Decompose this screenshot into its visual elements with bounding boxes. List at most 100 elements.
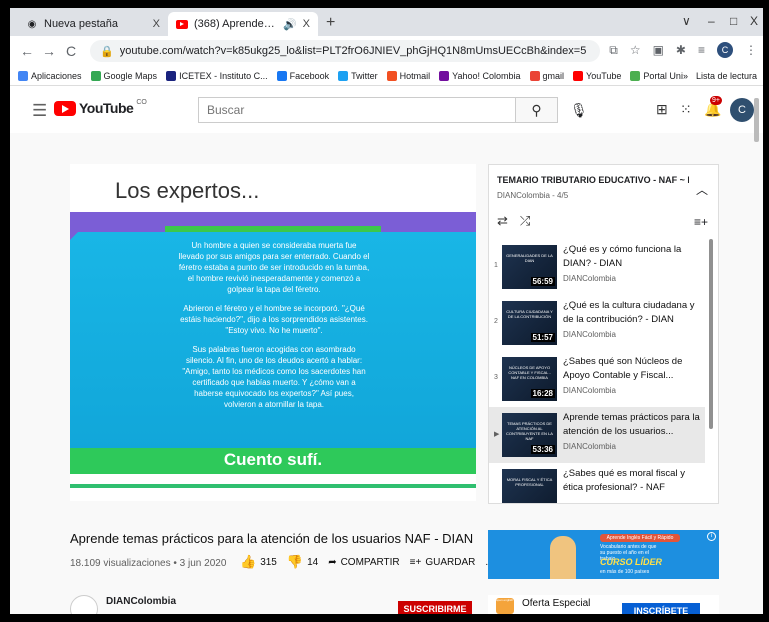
playlist-item-index: 3 xyxy=(494,374,498,381)
bookmark-item[interactable]: Facebook xyxy=(276,70,329,81)
bookmark-star-icon[interactable]: ☆ xyxy=(630,43,641,57)
install-icon[interactable]: ⧉ xyxy=(609,43,618,58)
bookmark-item[interactable]: ICETEX - Instituto C... xyxy=(166,70,268,81)
back-icon[interactable]: ← xyxy=(16,43,38,59)
ad-headline: CURSO LÍDER xyxy=(600,557,663,567)
url-bar[interactable]: 🔒 youtube.com/watch?v=k85ukg25_lo&list=P… xyxy=(90,40,600,62)
thumbnail-text: TEMAS PRÁCTICOS DE ATENCIÓN AL CONTRIBUY… xyxy=(506,421,553,441)
bookmark-item[interactable]: gmail xyxy=(529,70,564,81)
page-scrollbar[interactable] xyxy=(754,98,759,142)
puzzle-icon[interactable]: ✱ xyxy=(676,43,686,57)
reading-list-button[interactable]: Lista de lectura xyxy=(696,71,757,81)
advertiser-logo: open english xyxy=(496,598,514,614)
playlist-item-channel: DIANColombia xyxy=(563,274,616,283)
thumbnail-text: CULTURA CIUDADANA Y DE LA CONTRIBUCIÓN xyxy=(506,309,553,319)
browser-window: ◉ Nueva pestaña X (368) Aprende temas pr… xyxy=(10,8,763,614)
bookmark-item[interactable]: YouTube xyxy=(573,70,621,81)
tab-youtube[interactable]: (368) Aprende temas prácticos 🔊 X xyxy=(168,12,318,36)
playlist-item[interactable]: MORAL FISCAL Y ÉTICA PROFESIONAL ¿Sabes … xyxy=(489,463,705,503)
bookmark-item[interactable]: Aplicaciones xyxy=(18,70,82,81)
youtube-play-icon xyxy=(54,100,76,116)
bookmark-label: Hotmail xyxy=(399,70,431,81)
forward-icon[interactable]: → xyxy=(38,43,60,59)
search-button[interactable]: ⚲ xyxy=(515,98,557,122)
playlist-title[interactable]: TEMARIO TRIBUTARIO EDUCATIVO - NAF ~ MÓD… xyxy=(497,175,689,185)
playlist-menu-icon[interactable]: ≡+ xyxy=(694,215,708,229)
thumbs-down-icon: 👎 xyxy=(286,554,304,569)
tab-close-icon[interactable]: X xyxy=(303,18,310,30)
shuffle-icon[interactable]: ⤮ xyxy=(520,213,530,229)
thumbs-up-icon: 👍 xyxy=(240,554,257,569)
apps-grid-icon[interactable]: ⁙ xyxy=(680,101,692,118)
duration-badge: 16:28 xyxy=(530,389,555,398)
video-progress-bar[interactable] xyxy=(70,484,476,488)
close-window-button[interactable]: X xyxy=(750,14,758,28)
playlist-scrollbar[interactable] xyxy=(709,239,713,429)
playlist-item-current[interactable]: ▶ TEMAS PRÁCTICOS DE ATENCIÓN AL CONTRIB… xyxy=(489,407,705,463)
video-title: Aprende temas prácticos para la atención… xyxy=(70,531,474,546)
playlist-item-channel: DIANColombia xyxy=(563,442,616,451)
watch-page: Los expertos... Un hombre a quien se con… xyxy=(10,133,763,614)
new-tab-button[interactable]: + xyxy=(326,14,335,32)
playlist-item[interactable]: 2 CULTURA CIUDADANA Y DE LA CONTRIBUCIÓN… xyxy=(489,295,705,351)
slide-green-strip xyxy=(165,226,381,232)
search-input[interactable] xyxy=(199,98,515,122)
tab-new-tab[interactable]: ◉ Nueva pestaña X xyxy=(18,12,168,36)
lock-icon: 🔒 xyxy=(100,45,114,58)
playlist-item-channel: DIANColombia xyxy=(563,330,616,339)
ad-banner[interactable]: Aprende Inglés Fácil y Rápido Vocabulari… xyxy=(488,530,719,579)
extension-icon[interactable]: ▣ xyxy=(653,43,664,57)
bookmark-item[interactable]: Yahoo! Colombia xyxy=(439,70,521,81)
tab-search-icon[interactable]: ∨ xyxy=(682,14,691,28)
channel-name[interactable]: DIANColombia xyxy=(106,596,176,607)
bookmark-item[interactable]: Twitter xyxy=(338,70,378,81)
slide-corner-triangle xyxy=(70,232,78,240)
chevron-up-icon[interactable]: ︿ xyxy=(696,181,708,198)
microphone-icon[interactable]: 🎙 xyxy=(570,102,588,119)
tab-strip: ◉ Nueva pestaña X (368) Aprende temas pr… xyxy=(10,8,763,36)
like-button[interactable]: 👍 315 xyxy=(240,554,277,570)
notifications-badge: 9+ xyxy=(710,96,722,105)
bookmark-item[interactable]: Hotmail xyxy=(386,70,431,81)
video-player[interactable]: Los expertos... Un hombre a quien se con… xyxy=(70,164,476,501)
toolbar-right: ⧉ ☆ ▣ ✱ ≡ C ⋮ xyxy=(609,42,757,58)
bookmark-favicon-icon xyxy=(573,70,584,81)
save-button[interactable]: ≡+ GUARDAR xyxy=(410,557,476,568)
reload-icon[interactable]: C xyxy=(60,43,82,59)
maximize-button[interactable]: □ xyxy=(730,14,737,28)
slide-text: Un hombre a quien se consideraba muerta … xyxy=(178,240,370,418)
bookmark-favicon-icon xyxy=(386,70,397,81)
subscribe-button[interactable]: SUSCRIBIRME xyxy=(398,601,472,614)
thumbnail-text: GENERALIDADES DE LA DIAN xyxy=(506,253,553,263)
loop-icon[interactable]: ⇄ xyxy=(497,213,508,229)
speaker-icon[interactable]: 🔊 xyxy=(283,18,297,31)
menu-icon[interactable]: ⋮ xyxy=(745,43,757,57)
tab-close-icon[interactable]: X xyxy=(153,18,160,30)
ad-cta-button[interactable]: INSCRÍBETE xyxy=(622,603,700,614)
share-button[interactable]: ➦ COMPARTIR xyxy=(328,557,399,568)
slide-paragraph: Sus palabras fueron acogidas con asombra… xyxy=(182,345,366,409)
playlist-items: 1 GENERALIDADES DE LA DIAN 56:59 ¿Qué es… xyxy=(489,239,705,503)
playlist-item-channel: DIANColombia xyxy=(563,386,616,395)
slide-paragraph: Un hombre a quien se consideraba muerta … xyxy=(178,241,370,294)
ad-info-icon[interactable]: i xyxy=(707,532,716,541)
ad-offer[interactable]: open english Oferta Especial INSCRÍBETE xyxy=(488,595,719,614)
bookmarks-overflow[interactable]: » xyxy=(683,71,688,81)
channel-avatar[interactable] xyxy=(70,595,98,614)
reading-list-icon[interactable]: ≡ xyxy=(698,43,705,57)
bookmark-item[interactable]: Google Maps xyxy=(90,70,157,81)
profile-avatar[interactable]: C xyxy=(717,42,733,58)
playlist-item[interactable]: 3 NÚCLEOS DE APOYO CONTABLE Y FISCAL - N… xyxy=(489,351,705,407)
user-avatar[interactable]: C xyxy=(730,98,754,122)
ad-tiny-text: en más de 100 países xyxy=(600,569,650,575)
video-actions: 👍315 👎14 ➦COMPARTIR ≡+GUARDAR ... xyxy=(240,554,494,570)
dislike-button[interactable]: 👎 14 xyxy=(287,554,318,570)
playlist-item[interactable]: 1 GENERALIDADES DE LA DIAN 56:59 ¿Qué es… xyxy=(489,239,705,295)
playlist-item-title: Aprende temas prácticos para la atención… xyxy=(563,412,700,437)
minimize-button[interactable]: – xyxy=(708,14,715,28)
playlist-thumbnail: TEMAS PRÁCTICOS DE ATENCIÓN AL CONTRIBUY… xyxy=(502,413,557,457)
create-video-icon[interactable]: ⊞ xyxy=(656,101,668,118)
ad-offer-text: Oferta Especial xyxy=(522,598,591,609)
hamburger-menu-icon[interactable]: ☰ xyxy=(32,101,47,121)
youtube-logo[interactable]: YouTube CO xyxy=(54,99,147,116)
